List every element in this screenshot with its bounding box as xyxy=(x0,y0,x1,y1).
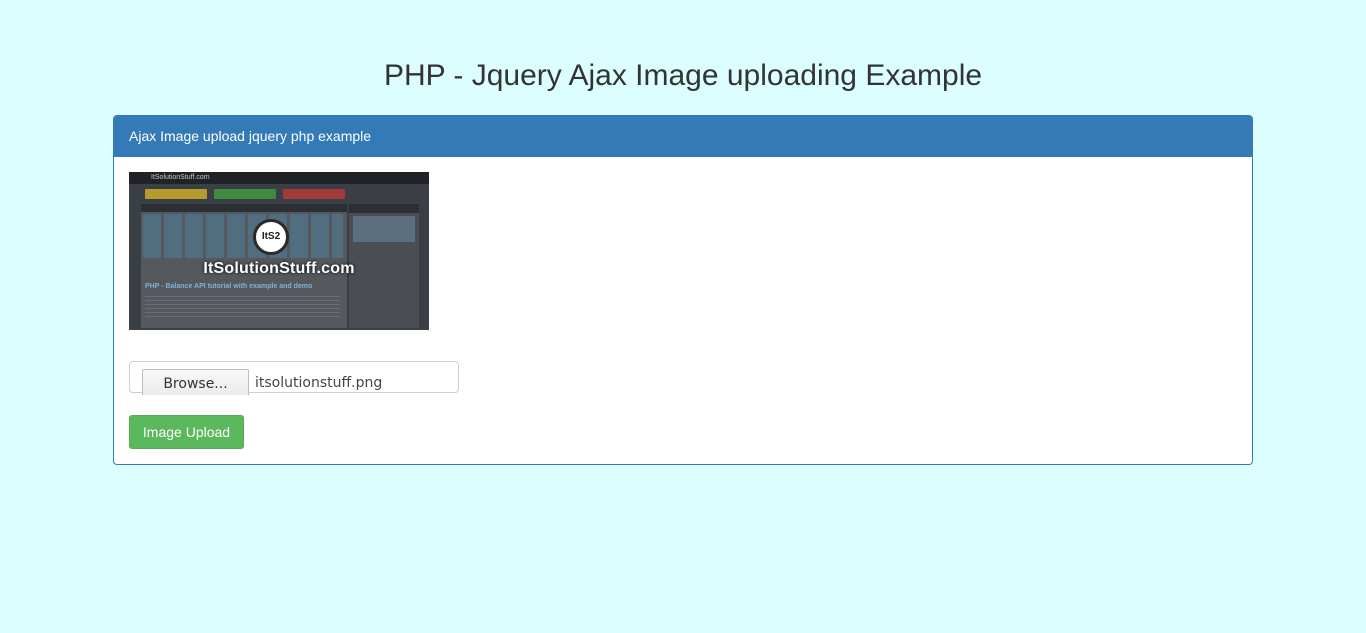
preview-tags xyxy=(143,214,343,258)
file-name: itsolutionstuff.png xyxy=(255,375,383,391)
file-input[interactable]: Browse... itsolutionstuff.png xyxy=(129,361,459,395)
panel-heading: Ajax Image upload jquery php example xyxy=(114,116,1252,157)
browse-button[interactable]: Browse... xyxy=(142,369,249,395)
preview-category-header xyxy=(141,204,347,212)
logo-icon: ItS2 xyxy=(253,219,289,255)
image-upload-button[interactable]: Image Upload xyxy=(129,415,244,449)
upload-panel: Ajax Image upload jquery php example ItS… xyxy=(113,115,1253,465)
preview-logo-text: ItSolutionStuff.com xyxy=(203,260,355,277)
preview-site-label: ItSolutionStuff.com xyxy=(151,174,210,181)
preview-button-yellow xyxy=(145,189,207,199)
preview-sidebar-header xyxy=(349,204,419,213)
preview-button-red xyxy=(283,189,345,199)
image-preview: ItSolutionStuff.com PHP - Balance API tu… xyxy=(129,172,429,330)
preview-text-lines xyxy=(145,294,340,320)
preview-button-green xyxy=(214,189,276,199)
preview-sidebar-image xyxy=(353,216,415,242)
preview-post-title: PHP - Balance API tutorial with example … xyxy=(145,283,313,290)
page-title: PHP - Jquery Ajax Image uploading Exampl… xyxy=(383,59,983,92)
